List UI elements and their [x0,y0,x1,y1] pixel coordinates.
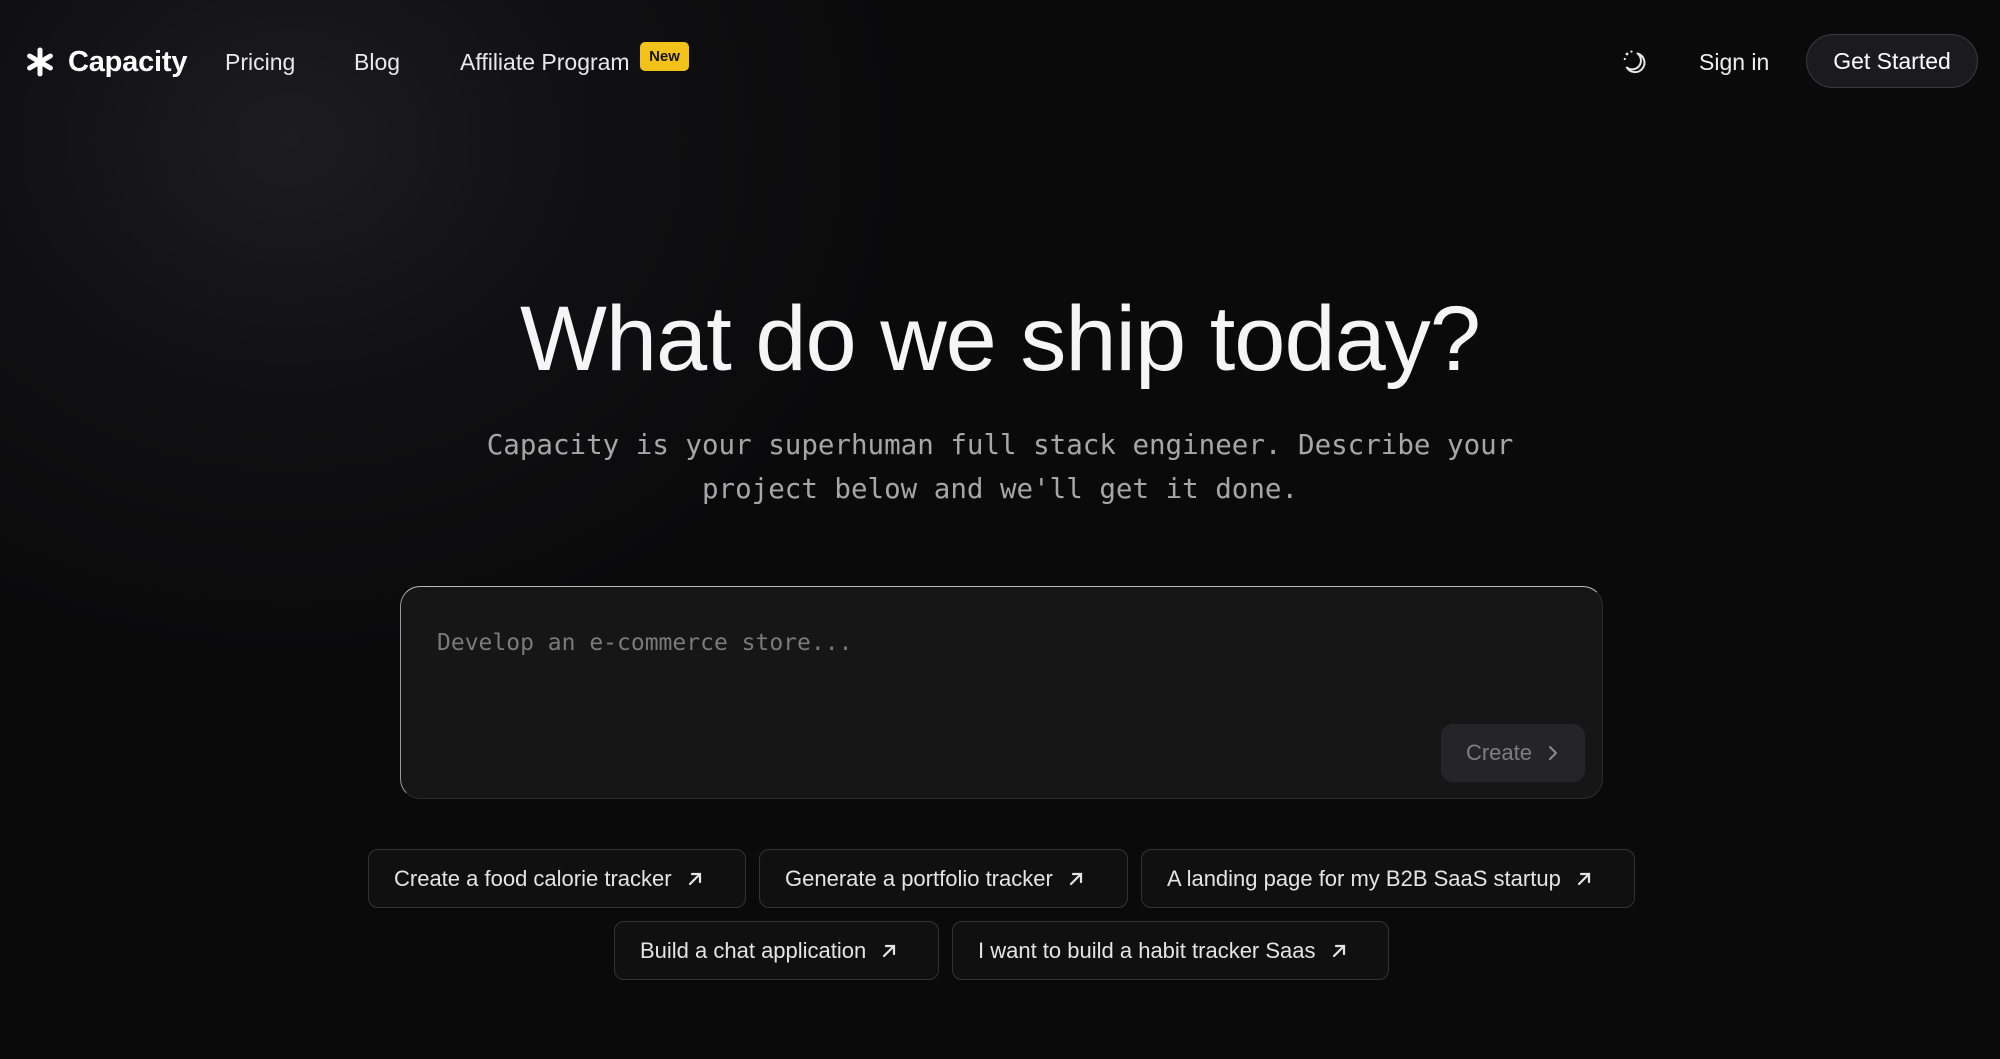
hero-subtitle: Capacity is your superhuman full stack e… [440,423,1560,511]
suggestion-chip[interactable]: I want to build a habit tracker Saas [952,921,1389,980]
suggestion-label: I want to build a habit tracker Saas [978,937,1316,963]
suggestion-chip[interactable]: Generate a portfolio tracker [759,849,1128,908]
prompt-box: Create [400,586,1603,799]
nav-link-affiliate-program[interactable]: Affiliate Program [460,47,630,77]
get-started-button[interactable]: Get Started [1806,34,1978,88]
chevron-right-icon [1546,745,1560,761]
suggestion-label: Build a chat application [640,937,867,963]
suggestion-label: Create a food calorie tracker [394,865,672,891]
suggestion-chip[interactable]: A landing page for my B2B SaaS startup [1141,849,1635,908]
arrow-up-right-icon [686,870,704,888]
new-badge: New [640,42,689,71]
hero-headline: What do we ship today? [520,288,1481,390]
brand-logo[interactable]: Capacity [25,44,187,80]
arrow-up-right-icon [1330,942,1348,960]
nav-link-blog[interactable]: Blog [354,47,400,77]
arrow-up-right-icon [1575,870,1593,888]
suggestion-chip[interactable]: Create a food calorie tracker [368,849,746,908]
create-button-label: Create [1465,740,1533,765]
sign-in-link[interactable]: Sign in [1699,47,1769,77]
create-button[interactable]: Create [1441,724,1585,782]
hero-subtitle-line-1: Capacity is your superhuman full stack e… [486,429,1514,461]
moon-icon [1623,50,1646,74]
project-description-input[interactable] [437,623,1557,663]
hero-subtitle-line-2: project below and we'll get it done. [701,473,1299,505]
arrow-up-right-icon [1067,870,1085,888]
nav-link-pricing[interactable]: Pricing [225,47,295,77]
brand-name: Capacity [68,45,188,78]
asterisk-logo-icon [27,47,53,77]
suggestion-label: Generate a portfolio tracker [785,865,1053,891]
suggestion-label: A landing page for my B2B SaaS startup [1167,865,1561,891]
suggestion-chip[interactable]: Build a chat application [614,921,939,980]
arrow-up-right-icon [880,942,898,960]
theme-toggle-button[interactable] [1619,46,1651,78]
top-navigation: Capacity Pricing Blog Affiliate Program … [0,0,2000,124]
